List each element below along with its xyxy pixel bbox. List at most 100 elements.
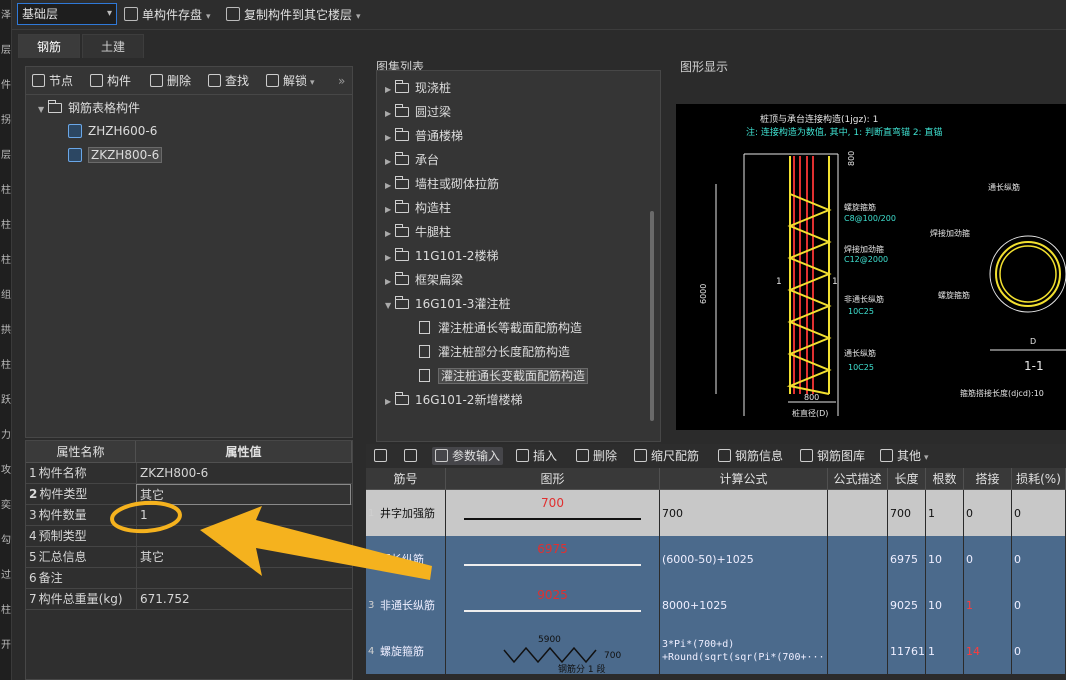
rebar-formula-cell[interactable]: 8000+1025	[660, 582, 828, 628]
move-down-button[interactable]	[404, 447, 421, 465]
caret-right-icon[interactable]: ▶	[385, 127, 395, 149]
other-button[interactable]: 其他 ▾	[880, 447, 929, 465]
delete-rebar-button[interactable]: 删除	[576, 447, 617, 465]
atlas-item[interactable]: 灌注桩通长等截面配筋构造	[419, 317, 582, 339]
rebar-column-header[interactable]: 长度	[888, 468, 926, 490]
atlas-item[interactable]: ▶ 墙柱或砌体拉筋	[385, 173, 499, 195]
atlas-item[interactable]: ▶ 普通楼梯	[385, 125, 463, 147]
scale-rebar-button[interactable]: 缩尺配筋	[634, 447, 699, 465]
rebar-name-cell[interactable]: 3 非通长纵筋	[366, 582, 446, 628]
caret-right-icon[interactable]: ▶	[385, 151, 395, 173]
rebar-loss-cell[interactable]: 0	[1012, 536, 1066, 582]
caret-right-icon[interactable]: ▶	[385, 103, 395, 125]
rebar-name-cell[interactable]: 4 螺旋箍筋	[366, 628, 446, 674]
tab-rebar[interactable]: 钢筋	[18, 34, 80, 58]
rebar-shape-cell[interactable]: 5900 700 钢筋分 1 段	[446, 628, 660, 674]
rebar-shape-cell[interactable]: 9025	[446, 582, 660, 628]
property-row[interactable]: 1 构件名称 ZKZH800-6	[26, 463, 352, 484]
property-row[interactable]: 6 备注	[26, 568, 352, 589]
rebar-lap-cell[interactable]: 0	[964, 536, 1012, 582]
param-input-button[interactable]: 参数输入	[432, 447, 504, 465]
rebar-row[interactable]: 4 螺旋箍筋 5900 700 钢筋分 1 段 3*Pi*(700+d) +Round(s…	[366, 628, 1066, 674]
rebar-desc-cell[interactable]	[828, 490, 888, 536]
rebar-count-cell[interactable]: 1	[926, 490, 964, 536]
rebar-formula-cell[interactable]: 3*Pi*(700+d) +Round(sqrt(sqr(Pi*(700+···	[660, 628, 828, 674]
tab-civil[interactable]: 土建	[82, 34, 144, 58]
rebar-column-header[interactable]: 损耗(%)	[1012, 468, 1066, 490]
atlas-item[interactable]: ▶ 承台	[385, 149, 439, 171]
rebar-info-button[interactable]: 钢筋信息	[718, 447, 783, 465]
insert-button[interactable]: 插入	[516, 447, 557, 465]
rebar-formula-cell[interactable]: (6000-50)+1025	[660, 536, 828, 582]
caret-right-icon[interactable]: ▶	[385, 79, 395, 101]
property-value[interactable]: 其它	[136, 484, 351, 505]
property-row[interactable]: 5 汇总信息 其它	[26, 547, 352, 568]
property-row[interactable]: 7 构件总重量(kg) 671.752	[26, 589, 352, 610]
property-row[interactable]: 2 构件类型 其它	[26, 484, 352, 505]
atlas-item[interactable]: ▶ 圆过梁	[385, 101, 451, 123]
rebar-loss-cell[interactable]: 0	[1012, 628, 1066, 674]
property-row[interactable]: 4 预制类型	[26, 526, 352, 547]
rebar-column-header[interactable]: 图形	[446, 468, 660, 490]
tree-root[interactable]: ▼ 钢筋表格构件	[38, 97, 140, 119]
graphic-display-canvas[interactable]: 桩顶与承台连接构造(1jgz): 1 注: 连接构造为数值, 其中, 1: 判断…	[676, 104, 1066, 430]
move-up-button[interactable]	[374, 447, 391, 465]
rebar-formula-cell[interactable]: 700	[660, 490, 828, 536]
property-value[interactable]: 其它	[136, 547, 351, 568]
rebar-desc-cell[interactable]	[828, 628, 888, 674]
rebar-lap-cell[interactable]: 0	[964, 490, 1012, 536]
rebar-desc-cell[interactable]	[828, 582, 888, 628]
property-row[interactable]: 3 构件数量 1	[26, 505, 352, 526]
rebar-loss-cell[interactable]: 0	[1012, 582, 1066, 628]
add-node-button[interactable]: 节点	[32, 72, 73, 90]
atlas-item[interactable]: 灌注桩部分长度配筋构造	[419, 341, 570, 363]
atlas-item[interactable]: ▶ 11G101-2楼梯	[385, 245, 498, 267]
find-button[interactable]: 查找	[208, 72, 249, 90]
more-tools-button[interactable]: »	[338, 72, 345, 90]
rebar-length-cell[interactable]: 700	[888, 490, 926, 536]
rebar-length-cell[interactable]: 117615	[888, 628, 926, 674]
delete-component-button[interactable]: 删除	[150, 72, 191, 90]
copy-to-floor-button[interactable]: 复制构件到其它楼层 ▾	[226, 4, 361, 26]
save-component-button[interactable]: 单构件存盘 ▾	[124, 4, 211, 26]
rebar-column-header[interactable]: 计算公式	[660, 468, 828, 490]
rebar-loss-cell[interactable]: 0	[1012, 490, 1066, 536]
add-component-button[interactable]: 构件	[90, 72, 131, 90]
rebar-column-header[interactable]: 根数	[926, 468, 964, 490]
rebar-count-cell[interactable]: 10	[926, 582, 964, 628]
rebar-row[interactable]: 3 非通长纵筋 9025 8000+1025 9025 10 1 0	[366, 582, 1066, 628]
property-value[interactable]: ZKZH800-6	[136, 463, 351, 484]
rebar-length-cell[interactable]: 9025	[888, 582, 926, 628]
atlas-item[interactable]: ▶ 牛腿柱	[385, 221, 451, 243]
property-value[interactable]	[136, 526, 351, 547]
rebar-column-header[interactable]: 搭接	[964, 468, 1012, 490]
atlas-item[interactable]: ▶ 16G101-2新增楼梯	[385, 389, 522, 411]
rebar-row[interactable]: 2 通长纵筋 6975 (6000-50)+1025 6975 10 0 0	[366, 536, 1066, 582]
rebar-lap-cell[interactable]: 14	[964, 628, 1012, 674]
rebar-library-button[interactable]: 钢筋图库	[800, 447, 865, 465]
caret-right-icon[interactable]: ▶	[385, 223, 395, 245]
rebar-name-cell[interactable]: 1 井字加强筋	[366, 490, 446, 536]
rebar-desc-cell[interactable]	[828, 536, 888, 582]
rebar-row[interactable]: 1 井字加强筋 700 700 700 1 0 0	[366, 490, 1066, 536]
property-value[interactable]: 1	[136, 505, 351, 526]
atlas-item[interactable]: ▶ 框架扁梁	[385, 269, 463, 291]
caret-down-icon[interactable]: ▼	[385, 295, 395, 317]
property-value[interactable]: 671.752	[136, 589, 351, 610]
caret-right-icon[interactable]: ▶	[385, 391, 395, 413]
atlas-scrollbar[interactable]	[650, 211, 654, 421]
caret-right-icon[interactable]: ▶	[385, 247, 395, 269]
rebar-name-cell[interactable]: 2 通长纵筋	[366, 536, 446, 582]
rebar-column-header[interactable]: 公式描述	[828, 468, 888, 490]
atlas-item[interactable]: ▶ 构造柱	[385, 197, 451, 219]
atlas-item[interactable]: ▼ 16G101-3灌注桩	[385, 293, 510, 315]
property-value[interactable]	[136, 568, 351, 589]
atlas-item[interactable]: 灌注桩通长变截面配筋构造	[419, 365, 589, 387]
unlock-button[interactable]: 解锁 ▾	[266, 72, 315, 90]
rebar-column-header[interactable]: 筋号	[366, 468, 446, 490]
floor-select[interactable]: 基础层 ▾	[17, 3, 117, 25]
rebar-shape-cell[interactable]: 6975	[446, 536, 660, 582]
rebar-count-cell[interactable]: 1	[926, 628, 964, 674]
atlas-item[interactable]: ▶ 现浇桩	[385, 77, 451, 99]
tree-item-zhzh600[interactable]: ZHZH600-6	[68, 120, 157, 142]
